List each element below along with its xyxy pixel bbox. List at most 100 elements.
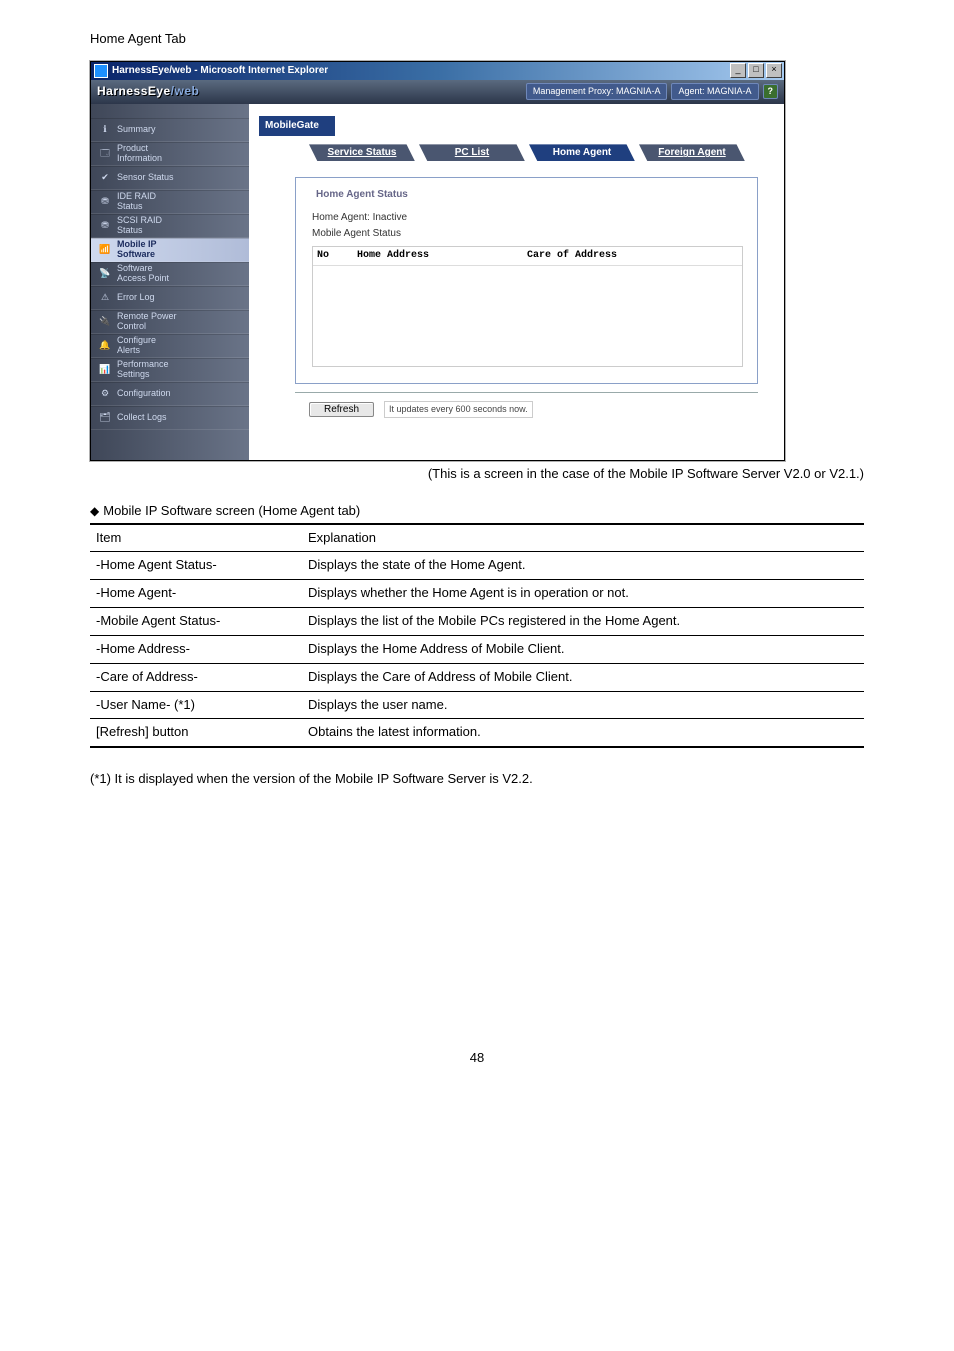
agent-pill: Agent: MAGNIA-A: [671, 83, 758, 100]
spec-row-item: -Home Address-: [90, 635, 302, 663]
table-title: Mobile IP Software screen (Home Agent ta…: [103, 503, 360, 518]
spec-row: -Home Agent-Displays whether the Home Ag…: [90, 580, 864, 608]
page-number: 48: [90, 1049, 864, 1068]
sidebar-item-summary[interactable]: ℹ Summary: [91, 118, 249, 142]
spec-row: [Refresh] buttonObtains the latest infor…: [90, 719, 864, 747]
page-title: Home Agent Tab: [90, 30, 864, 49]
divider: [295, 392, 758, 393]
spec-row: -Home Address-Displays the Home Address …: [90, 635, 864, 663]
spec-row-item: -Care of Address-: [90, 663, 302, 691]
col-no: No: [317, 249, 357, 264]
sidebar-item-product-information-label: ProductInformation: [117, 144, 162, 164]
sidebar-item-error-log[interactable]: ⚠ Error Log: [91, 286, 249, 310]
fieldset-legend: Home Agent Status: [312, 188, 412, 203]
tab-row: Service Status PC List Home Agent Foreig…: [259, 144, 774, 161]
spec-row-item: -User Name- (*1): [90, 691, 302, 719]
help-button[interactable]: ?: [763, 84, 779, 99]
ie-title-text: HarnessEye/web - Microsoft Internet Expl…: [112, 62, 730, 80]
sidebar-item-collect-logs-icon: 🗂: [97, 410, 113, 426]
sidebar-item-ide-raid-status-label: IDE RAIDStatus: [117, 192, 156, 212]
sidebar-item-sensor-status-label: Sensor Status: [117, 173, 174, 183]
app-banner: HarnessEye/web Management Proxy: MAGNIA-…: [91, 80, 784, 104]
ie-titlebar: HarnessEye/web - Microsoft Internet Expl…: [91, 62, 784, 80]
spec-row-item: -Home Agent-: [90, 580, 302, 608]
sidebar-item-scsi-raid-status-icon: ⛃: [97, 218, 113, 234]
sidebar-item-configuration-label: Configuration: [117, 389, 171, 399]
spec-row-explanation: Displays the user name.: [302, 691, 864, 719]
spec-header-item: Item: [90, 524, 302, 552]
sidebar-item-configure-alerts-label: ConfigureAlerts: [117, 336, 156, 356]
sidebar-item-configure-alerts-icon: 🔔: [97, 338, 113, 354]
sidebar-item-mobile-ip-software-icon: 📶: [97, 242, 113, 258]
sidebar-item-product-information-icon: 🗔: [97, 146, 113, 162]
sidebar-item-mobile-ip-software[interactable]: 📶Mobile IPSoftware: [91, 238, 249, 262]
sidebar-item-ide-raid-status[interactable]: ⛃IDE RAIDStatus: [91, 190, 249, 214]
col-home-address: Home Address: [357, 249, 527, 264]
sidebar-item-remote-power-control[interactable]: 🔌Remote PowerControl: [91, 310, 249, 334]
sidebar-item-collect-logs-label: Collect Logs: [117, 413, 167, 423]
sidebar-item-sensor-status-icon: ✔: [97, 170, 113, 186]
update-interval-note: It updates every 600 seconds now.: [384, 401, 533, 418]
sidebar-item-summary-icon: ℹ: [97, 122, 113, 138]
spec-table: Item Explanation -Home Agent Status-Disp…: [90, 523, 864, 749]
spec-row: -Mobile Agent Status-Displays the list o…: [90, 608, 864, 636]
sidebar-item-performance-settings-icon: 📊: [97, 362, 113, 378]
spec-row-explanation: Obtains the latest information.: [302, 719, 864, 747]
sidebar-item-summary-label: Summary: [117, 125, 156, 135]
window-minimize-button[interactable]: _: [730, 63, 746, 78]
module-title: MobileGate: [259, 116, 335, 137]
sidebar-item-software-access-point-label: SoftwareAccess Point: [117, 264, 169, 284]
tab-home-agent[interactable]: Home Agent: [529, 144, 635, 161]
sidebar-item-scsi-raid-status-label: SCSI RAIDStatus: [117, 216, 162, 236]
spec-row-explanation: Displays the list of the Mobile PCs regi…: [302, 608, 864, 636]
sidebar-item-scsi-raid-status[interactable]: ⛃SCSI RAIDStatus: [91, 214, 249, 238]
sidebar-item-error-log-icon: ⚠: [97, 290, 113, 306]
ie-icon: [94, 64, 108, 78]
sidebar-item-software-access-point[interactable]: 📡SoftwareAccess Point: [91, 262, 249, 286]
table-subheading: ◆ Mobile IP Software screen (Home Agent t…: [90, 502, 864, 521]
spec-row-explanation: Displays the state of the Home Agent.: [302, 552, 864, 580]
sidebar-item-configure-alerts[interactable]: 🔔ConfigureAlerts: [91, 334, 249, 358]
sidebar-item-remote-power-control-label: Remote PowerControl: [117, 312, 177, 332]
mobile-agent-status-body: [313, 266, 742, 366]
sidebar: ℹSummary🗔ProductInformation✔Sensor Statu…: [91, 104, 249, 460]
sidebar-item-error-log-label: Error Log: [117, 293, 155, 303]
sidebar-item-software-access-point-icon: 📡: [97, 266, 113, 282]
spec-row: -Home Agent Status-Displays the state of…: [90, 552, 864, 580]
screenshot-caption: (This is a screen in the case of the Mob…: [90, 465, 864, 484]
sidebar-item-collect-logs[interactable]: 🗂 Collect Logs: [91, 406, 249, 430]
tab-pc-list[interactable]: PC List: [419, 144, 525, 161]
mobile-agent-status-label: Mobile Agent Status: [312, 227, 741, 242]
footnote: (*1) It is displayed when the version of…: [90, 770, 864, 789]
spec-row-item: [Refresh] button: [90, 719, 302, 747]
content-area: MobileGate Service Status PC List Home A…: [249, 104, 784, 460]
ie-window: HarnessEye/web - Microsoft Internet Expl…: [90, 61, 785, 461]
management-proxy-pill: Management Proxy: MAGNIA-A: [526, 83, 668, 100]
home-agent-value: Home Agent: Inactive: [312, 211, 741, 226]
tab-foreign-agent[interactable]: Foreign Agent: [639, 144, 745, 161]
spec-row-explanation: Displays the Home Address of Mobile Clie…: [302, 635, 864, 663]
app-logo: HarnessEye/web: [97, 83, 522, 100]
sidebar-item-performance-settings-label: PerformanceSettings: [117, 360, 169, 380]
spec-row-explanation: Displays whether the Home Agent is in op…: [302, 580, 864, 608]
col-care-of-address: Care of Address: [527, 249, 738, 264]
window-maximize-button[interactable]: □: [748, 63, 764, 78]
spec-row-explanation: Displays the Care of Address of Mobile C…: [302, 663, 864, 691]
mobile-agent-status-table: No Home Address Care of Address: [312, 246, 743, 368]
sidebar-item-configuration[interactable]: ⚙ Configuration: [91, 382, 249, 406]
spec-row: -User Name- (*1)Displays the user name.: [90, 691, 864, 719]
refresh-button[interactable]: Refresh: [309, 402, 374, 417]
sidebar-item-sensor-status[interactable]: ✔ Sensor Status: [91, 166, 249, 190]
sidebar-item-remote-power-control-icon: 🔌: [97, 314, 113, 330]
sidebar-item-performance-settings[interactable]: 📊PerformanceSettings: [91, 358, 249, 382]
sidebar-item-ide-raid-status-icon: ⛃: [97, 194, 113, 210]
tab-service-status[interactable]: Service Status: [309, 144, 415, 161]
sidebar-item-configuration-icon: ⚙: [97, 386, 113, 402]
window-close-button[interactable]: ×: [766, 63, 782, 78]
sidebar-item-product-information[interactable]: 🗔ProductInformation: [91, 142, 249, 166]
diamond-icon: ◆: [90, 504, 99, 518]
sidebar-item-mobile-ip-software-label: Mobile IPSoftware: [117, 240, 157, 260]
app-logo-main: HarnessEye: [97, 84, 171, 98]
spec-row-item: -Home Agent Status-: [90, 552, 302, 580]
spec-row: -Care of Address-Displays the Care of Ad…: [90, 663, 864, 691]
